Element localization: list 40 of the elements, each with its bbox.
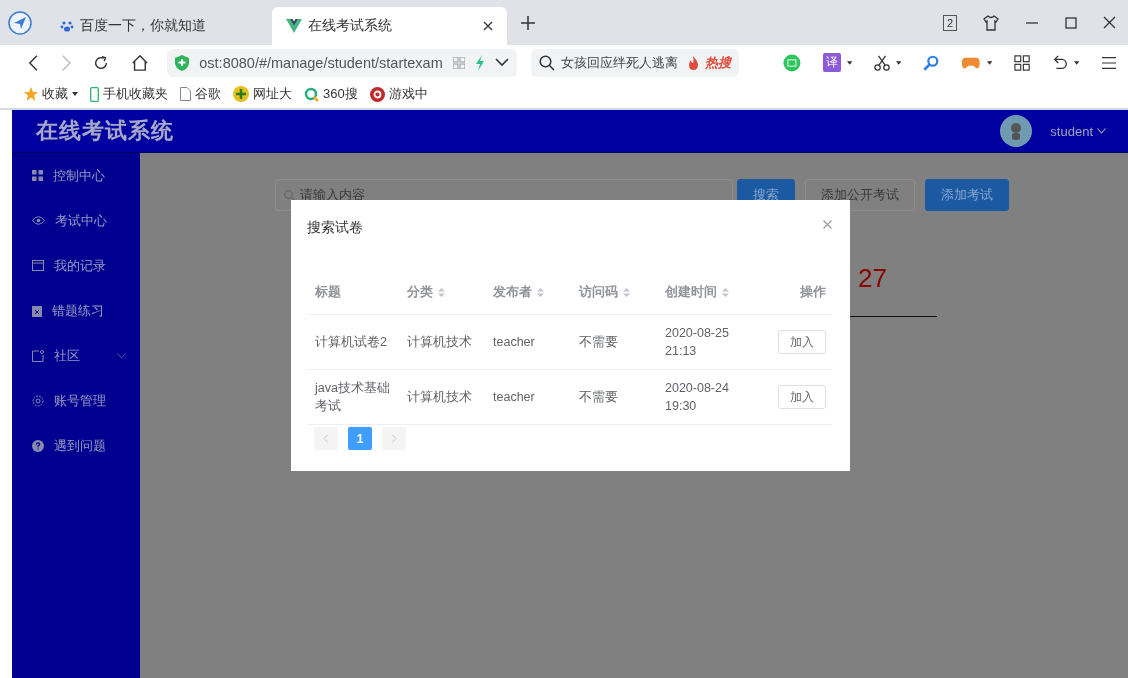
column-header[interactable]: 分类 [399, 270, 485, 315]
search-field[interactable]: 女孩回应绊死人逃离 热搜 [530, 48, 739, 77]
user-menu[interactable]: student [1050, 123, 1093, 139]
table-cell: 计算机技术 [407, 390, 472, 404]
table-cell: teacher [493, 335, 535, 349]
join-button[interactable]: 加入 [778, 385, 826, 409]
column-header: 标题 [307, 270, 399, 315]
join-button[interactable]: 加入 [778, 330, 826, 354]
window-count[interactable]: 2 [942, 14, 957, 31]
sidebar-item[interactable]: 我的记录 [12, 243, 140, 288]
sidebar-item[interactable]: 考试中心 [12, 198, 140, 243]
bookmark-link[interactable]: 收藏 [24, 85, 78, 103]
browser-tab[interactable]: 在线考试系统 [272, 7, 507, 45]
column-header[interactable]: 创建时间 [657, 270, 757, 315]
sidebar-item[interactable]: 账号管理 [12, 378, 140, 423]
address-bar[interactable]: ost:8080/#/manage/student/startexam [167, 48, 517, 77]
bookmark-link[interactable]: 网址大 [233, 85, 292, 103]
column-header[interactable]: 访问码 [571, 270, 657, 315]
bookmark-link[interactable]: 360搜 [304, 85, 358, 103]
table-cell: 计算机技术 [407, 335, 472, 349]
app-title: 在线考试系统 [36, 117, 174, 145]
column-header: 操作 [757, 270, 832, 315]
table-cell-text: 2020-08-24 19:30 [665, 380, 730, 415]
sidebar-item[interactable]: 控制中心 [12, 153, 140, 198]
bookmark-link[interactable]: 手机收藏夹 [90, 85, 168, 103]
dialog-title: 搜索试卷 [307, 219, 363, 237]
table-cell: teacher [493, 390, 535, 404]
table-cell-text: 2020-08-25 21:13 [665, 325, 730, 360]
bookmark-link[interactable]: 游戏中 [369, 85, 428, 103]
table-cell: 不需要 [579, 390, 618, 404]
browser-tab[interactable]: 百度一下，你就知道 [46, 7, 272, 45]
table-cell: 不需要 [579, 335, 618, 349]
column-header[interactable]: 发布者 [485, 270, 571, 315]
table-cell-text: java技术基础考试 [315, 380, 391, 415]
sidebar-item[interactable]: 社区 [12, 333, 140, 378]
table-cell-text: 计算机试卷2 [315, 334, 388, 351]
sidebar-item[interactable]: 错题练习 [12, 288, 140, 333]
bookmark-link[interactable]: 谷歌 [180, 85, 221, 103]
sidebar-item[interactable]: 遇到问题 [12, 423, 140, 468]
translate-button[interactable]: 译 [822, 53, 841, 72]
